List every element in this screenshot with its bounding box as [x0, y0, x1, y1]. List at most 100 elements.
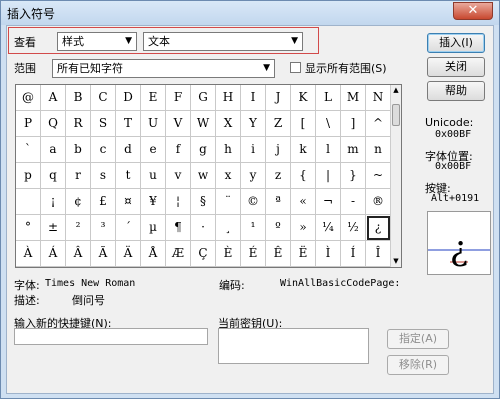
char-cell[interactable]: £	[91, 189, 116, 215]
char-cell[interactable]: @	[16, 85, 41, 111]
char-cell[interactable]: R	[66, 111, 91, 137]
char-cell[interactable]: Y	[241, 111, 266, 137]
char-cell[interactable]: C	[91, 85, 116, 111]
char-cell[interactable]: B	[66, 85, 91, 111]
char-cell[interactable]: Ç	[191, 241, 216, 267]
char-cell[interactable]: ¹	[241, 215, 266, 241]
char-cell[interactable]: x	[216, 163, 241, 189]
char-cell[interactable]: ~	[366, 163, 391, 189]
char-cell[interactable]: `	[16, 137, 41, 163]
char-cell[interactable]: A	[41, 85, 66, 111]
char-cell[interactable]: D	[116, 85, 141, 111]
char-cell[interactable]: §	[191, 189, 216, 215]
char-cell[interactable]: ¦	[166, 189, 191, 215]
char-cell[interactable]: a	[41, 137, 66, 163]
char-cell[interactable]: º	[266, 215, 291, 241]
help-button[interactable]: 帮助	[427, 81, 485, 101]
char-cell[interactable]: U	[141, 111, 166, 137]
char-cell[interactable]: g	[191, 137, 216, 163]
char-cell[interactable]: ¼	[316, 215, 341, 241]
char-cell[interactable]: G	[191, 85, 216, 111]
char-cell[interactable]: Â	[66, 241, 91, 267]
char-cell[interactable]: «	[291, 189, 316, 215]
char-cell[interactable]: Î	[366, 241, 391, 267]
char-cell[interactable]: ]	[341, 111, 366, 137]
char-cell[interactable]: }	[341, 163, 366, 189]
char-cell[interactable]: \	[316, 111, 341, 137]
char-cell[interactable]: Í	[341, 241, 366, 267]
char-cell[interactable]: c	[91, 137, 116, 163]
char-cell[interactable]: e	[141, 137, 166, 163]
char-cell[interactable]: V	[166, 111, 191, 137]
char-cell[interactable]: T	[116, 111, 141, 137]
char-cell[interactable]: v	[166, 163, 191, 189]
char-cell[interactable]: z	[266, 163, 291, 189]
char-cell[interactable]: M	[341, 85, 366, 111]
char-cell[interactable]: L	[316, 85, 341, 111]
char-cell[interactable]: ¢	[66, 189, 91, 215]
close-window-button[interactable]: ✕	[453, 2, 493, 20]
char-cell[interactable]: ¨	[216, 189, 241, 215]
char-cell[interactable]: E	[141, 85, 166, 111]
char-cell[interactable]: p	[16, 163, 41, 189]
char-cell[interactable]: Ë	[291, 241, 316, 267]
char-cell[interactable]: »	[291, 215, 316, 241]
char-cell[interactable]: u	[141, 163, 166, 189]
char-cell[interactable]: Ä	[116, 241, 141, 267]
char-cell[interactable]: ¤	[116, 189, 141, 215]
char-cell[interactable]: S	[91, 111, 116, 137]
char-cell[interactable]: ¥	[141, 189, 166, 215]
new-shortcut-input[interactable]	[14, 328, 208, 345]
insert-button[interactable]: 插入(I)	[427, 33, 485, 53]
remove-button[interactable]: 移除(R)	[387, 355, 449, 375]
char-cell[interactable]: j	[266, 137, 291, 163]
char-cell[interactable]: Ì	[316, 241, 341, 267]
char-cell[interactable]: P	[16, 111, 41, 137]
char-cell[interactable]: Q	[41, 111, 66, 137]
char-cell[interactable]: n	[366, 137, 391, 163]
char-cell[interactable]: b	[66, 137, 91, 163]
char-cell[interactable]: X	[216, 111, 241, 137]
char-cell[interactable]: h	[216, 137, 241, 163]
char-cell[interactable]: r	[66, 163, 91, 189]
range-dropdown[interactable]: 所有已知字符 ▼	[52, 59, 275, 78]
char-cell[interactable]: f	[166, 137, 191, 163]
char-cell[interactable]: Æ	[166, 241, 191, 267]
char-cell[interactable]: É	[241, 241, 266, 267]
char-cell[interactable]: {	[291, 163, 316, 189]
char-cell[interactable]: y	[241, 163, 266, 189]
char-cell[interactable]: t	[116, 163, 141, 189]
char-cell[interactable]	[16, 189, 41, 215]
view-dropdown[interactable]: 样式 ▼	[57, 32, 137, 51]
char-cell[interactable]: F	[166, 85, 191, 111]
char-cell[interactable]: Z	[266, 111, 291, 137]
char-cell[interactable]: k	[291, 137, 316, 163]
char-cell[interactable]: W	[191, 111, 216, 137]
char-cell[interactable]: w	[191, 163, 216, 189]
char-cell[interactable]: i	[241, 137, 266, 163]
char-cell[interactable]: ³	[91, 215, 116, 241]
char-cell[interactable]: Á	[41, 241, 66, 267]
char-cell[interactable]: ^	[366, 111, 391, 137]
scroll-down-icon[interactable]: ▼	[391, 256, 401, 267]
char-cell[interactable]: À	[16, 241, 41, 267]
char-cell[interactable]: ±	[41, 215, 66, 241]
scroll-up-icon[interactable]: ▲	[391, 85, 401, 96]
char-cell[interactable]: ®	[366, 189, 391, 215]
char-cell[interactable]: N	[366, 85, 391, 111]
char-cell[interactable]: ª	[266, 189, 291, 215]
scroll-thumb[interactable]	[392, 104, 400, 126]
char-cell[interactable]: ¬	[316, 189, 341, 215]
char-cell[interactable]: d	[116, 137, 141, 163]
close-button[interactable]: 关闭	[427, 57, 485, 77]
char-cell[interactable]: ©	[241, 189, 266, 215]
grid-scrollbar[interactable]: ▲ ▼	[390, 85, 401, 267]
char-cell[interactable]: -	[341, 189, 366, 215]
show-all-ranges-checkbox[interactable]	[290, 62, 301, 73]
char-cell[interactable]: [	[291, 111, 316, 137]
char-cell[interactable]: È	[216, 241, 241, 267]
char-cell[interactable]: |	[316, 163, 341, 189]
char-cell[interactable]: Å	[141, 241, 166, 267]
char-cell[interactable]: ²	[66, 215, 91, 241]
char-cell[interactable]: J	[266, 85, 291, 111]
